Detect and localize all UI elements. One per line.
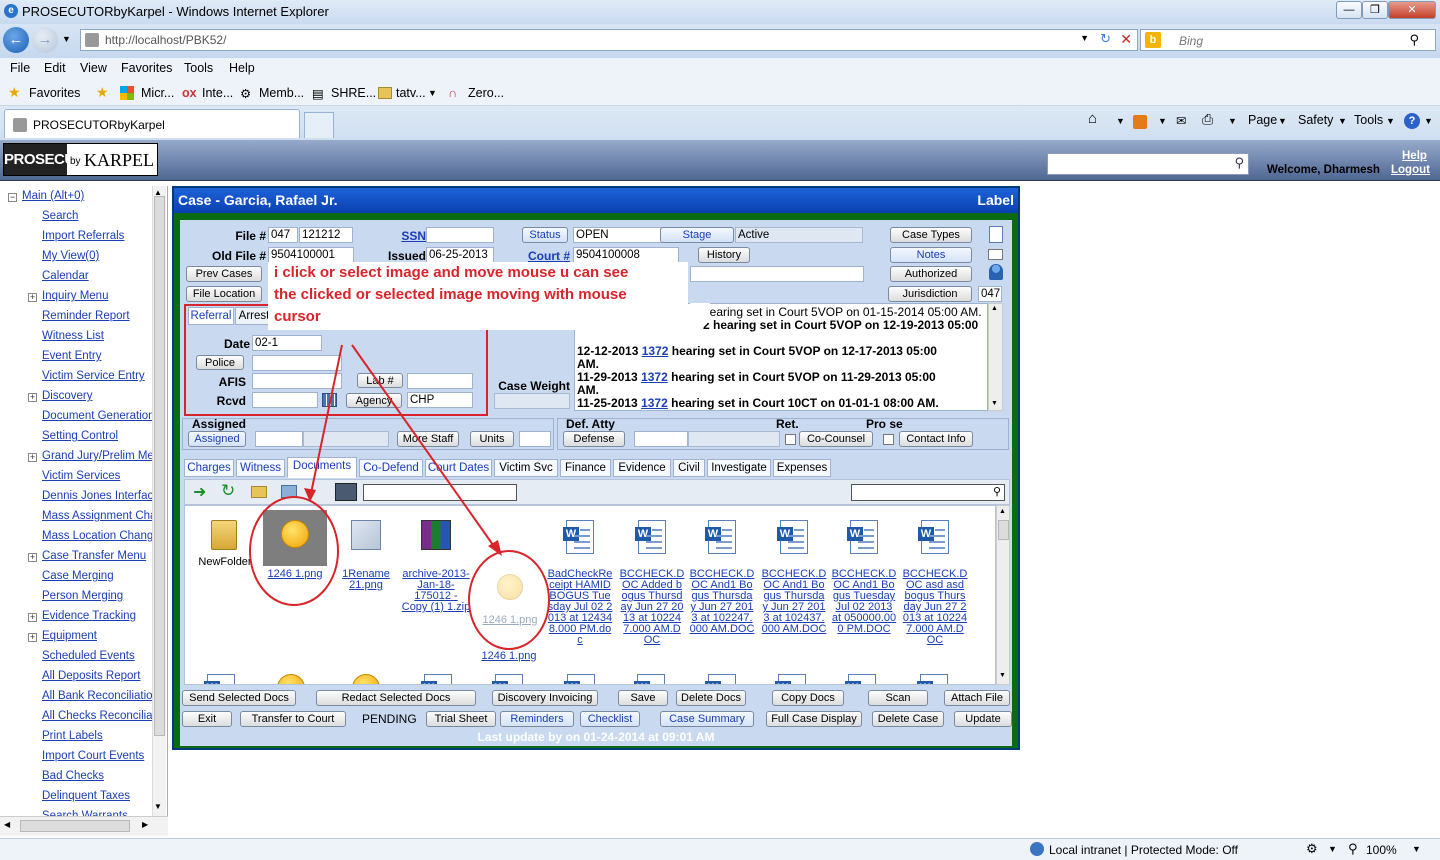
status-bar: Local intranet | Protected Mode: Off ⚙ ▼… [0, 838, 1440, 860]
globe-icon [1030, 842, 1044, 856]
protected-mode-icon[interactable]: ⚙ [1306, 841, 1318, 857]
zoom-icon[interactable]: ⚲ [1348, 841, 1358, 857]
zoom-level[interactable]: 100% [1366, 843, 1397, 857]
annotation-arrows [249, 344, 550, 650]
zone-text: Local intranet | Protected Mode: Off [1049, 843, 1238, 857]
chevron-down-icon[interactable]: ▼ [1328, 844, 1337, 854]
chevron-down-icon[interactable]: ▼ [1412, 844, 1421, 854]
